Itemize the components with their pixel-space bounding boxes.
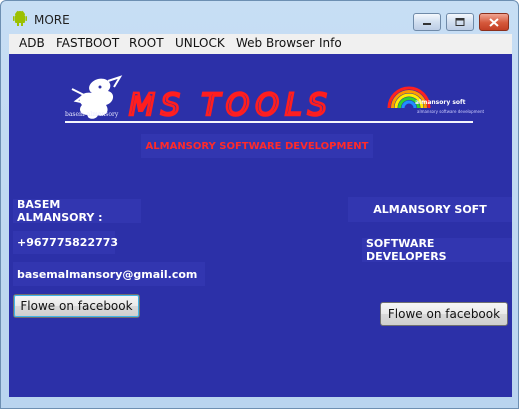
close-icon <box>489 17 499 27</box>
logo-divider <box>65 121 473 123</box>
facebook-button-right[interactable]: Flowe on facebook <box>380 302 508 326</box>
app-window: MORE ADB FASTBOOT ROOT UNLOCK Web Browse… <box>0 0 519 409</box>
menu-item-unlock[interactable]: UNLOCK <box>175 36 225 50</box>
logo-text: MS TOOLS <box>129 89 333 119</box>
maximize-button[interactable] <box>446 13 474 31</box>
menu-item-adb[interactable]: ADB <box>19 36 45 50</box>
company-title-label: ALMANSORY SOFTWARE DEVELOPMENT <box>141 134 373 158</box>
title-bar[interactable]: MORE <box>1 1 518 33</box>
android-icon <box>13 10 27 26</box>
facebook-button-left[interactable]: Flowe on facebook <box>13 294 140 318</box>
email-label: basemalmansory@gmail.com <box>13 262 205 286</box>
menu-bar: ADB FASTBOOT ROOT UNLOCK Web Browser Inf… <box>9 34 512 54</box>
window-title: MORE <box>34 13 70 27</box>
tagline-label: SOFTWARE DEVELOPERS <box>362 237 512 263</box>
menu-item-fastboot[interactable]: FASTBOOT <box>56 36 119 50</box>
maximize-icon <box>455 18 465 26</box>
dragon-caption: basem almansory <box>65 111 119 118</box>
rainbow-logo-icon <box>387 86 431 109</box>
menu-item-web-browser[interactable]: Web Browser <box>236 36 315 50</box>
main-panel: basem almansory MS TOOLS almansory soft … <box>9 54 512 397</box>
company-name-label: ALMANSORY SOFT <box>348 197 512 222</box>
brand-subtext: almansory software development <box>417 109 485 114</box>
close-button[interactable] <box>479 13 509 31</box>
menu-item-root[interactable]: ROOT <box>129 36 164 50</box>
ms-tools-logo: MS TOOLS <box>128 89 333 119</box>
minimize-button[interactable] <box>413 13 441 31</box>
brand-text: almansory soft <box>415 99 466 106</box>
phone-label: +967775822773 <box>13 231 118 254</box>
developer-name-label: BASEM ALMANSORY : <box>13 198 141 224</box>
menu-item-info[interactable]: Info <box>319 36 342 50</box>
minimize-icon <box>423 23 431 25</box>
